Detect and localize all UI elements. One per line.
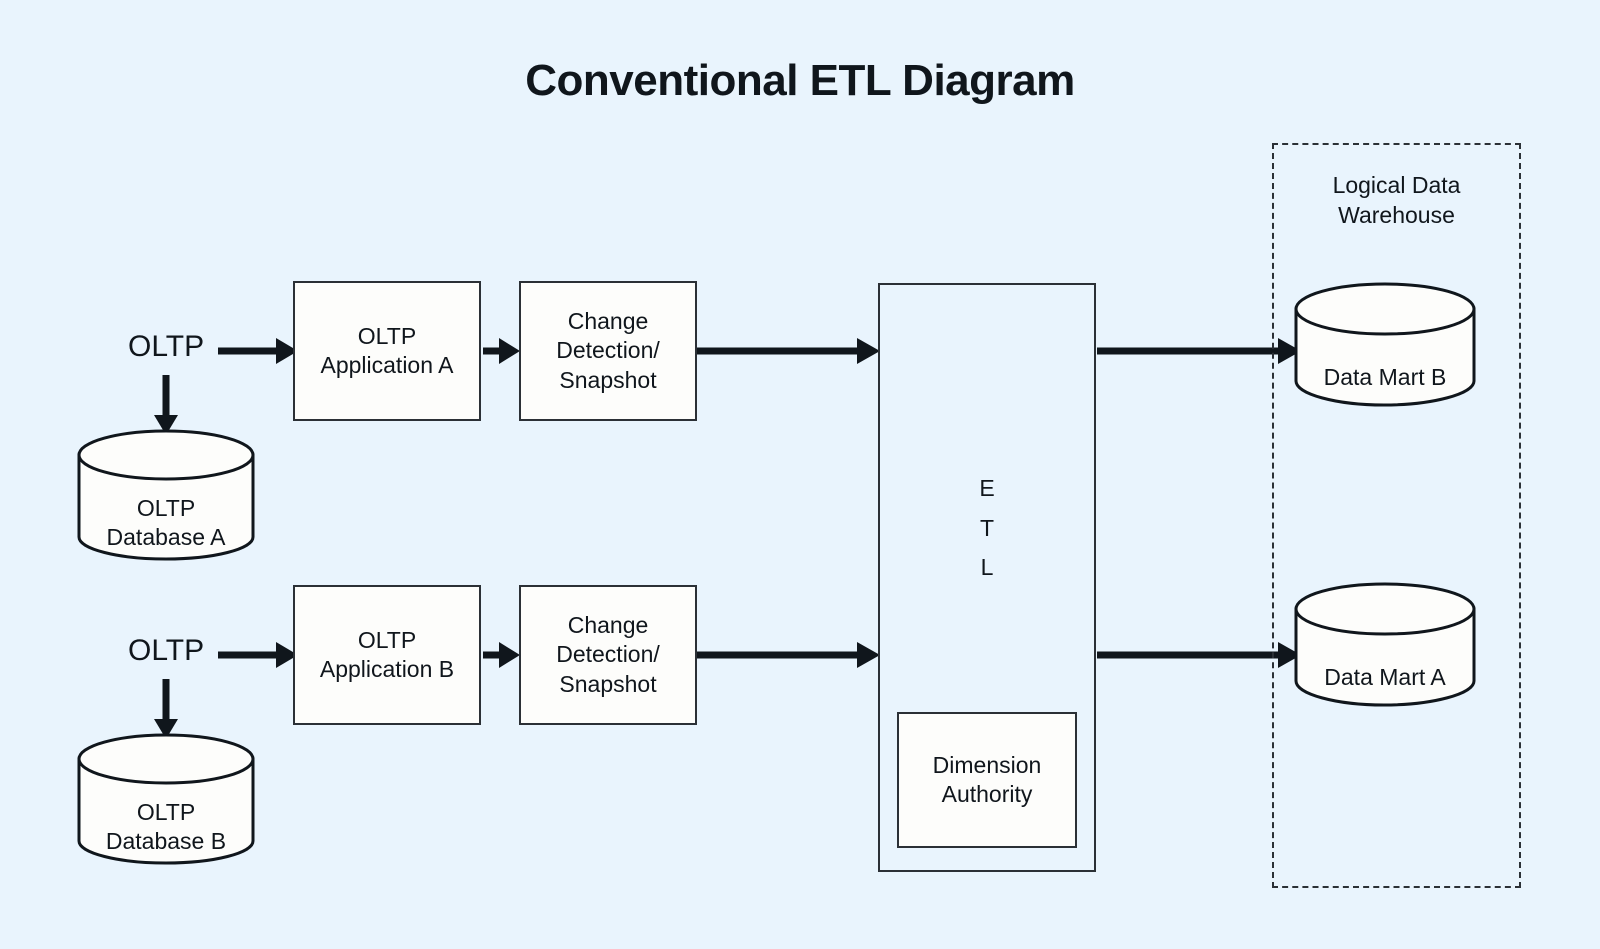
- change-detection-a-label-line1: Change: [567, 307, 649, 334]
- node-oltp-application-b[interactable]: OLTP Application B: [293, 585, 481, 725]
- logical-data-warehouse-label-line1: Logical Data: [1332, 172, 1461, 198]
- oltp-application-b-label-line2: Application B: [319, 656, 455, 682]
- change-detection-b-label-line3: Snapshot: [559, 670, 657, 697]
- arrow-etl-to-data-mart-a: [1097, 638, 1301, 672]
- logical-data-warehouse-label-line2: Warehouse: [1338, 201, 1455, 228]
- oltp-application-a-label-line1: OLTP: [357, 322, 417, 349]
- page-title: Conventional ETL Diagram: [525, 56, 1075, 105]
- arrow-change-detection-b-to-etl: [697, 638, 880, 672]
- oltp-label-top: OLTP: [128, 330, 205, 363]
- arrow-change-detection-a-to-etl: [697, 334, 880, 368]
- node-change-detection-snapshot-a[interactable]: Change Detection/ Snapshot: [519, 281, 697, 421]
- oltp-database-a-label-line2: Database A: [106, 524, 226, 551]
- dimension-authority-label-line2: Authority: [941, 781, 1033, 807]
- data-mart-b: Data Mart B: [1293, 281, 1477, 413]
- arrow-oltp-bottom-to-app-b: [218, 638, 298, 672]
- etl-letter-l: L: [980, 554, 994, 581]
- etl-letter-t: T: [979, 514, 995, 541]
- arrow-app-b-to-change-detection-b: [483, 638, 520, 672]
- oltp-database-a: OLTP Database A: [76, 425, 256, 565]
- arrow-app-a-to-change-detection-a: [483, 334, 520, 368]
- change-detection-a-label-line2: Detection/: [556, 337, 660, 364]
- oltp-label-bottom: OLTP: [128, 634, 205, 667]
- oltp-application-b-label-line1: OLTP: [357, 626, 417, 653]
- arrow-etl-to-data-mart-b: [1097, 334, 1301, 368]
- node-change-detection-snapshot-b[interactable]: Change Detection/ Snapshot: [519, 585, 697, 725]
- arrow-oltp-top-to-app-a: [218, 334, 298, 368]
- node-oltp-application-a[interactable]: OLTP Application A: [293, 281, 481, 421]
- oltp-database-b: OLTP Database B: [76, 729, 256, 869]
- dimension-authority-label-line1: Dimension: [932, 751, 1042, 778]
- container-logical-data-warehouse: Logical Data Warehouse: [1272, 143, 1521, 888]
- oltp-application-a-label-line2: Application A: [320, 352, 454, 378]
- data-mart-b-label: Data Mart B: [1323, 364, 1447, 390]
- oltp-database-b-label-line1: OLTP: [136, 799, 196, 825]
- change-detection-a-label-line3: Snapshot: [559, 366, 657, 393]
- data-mart-a-label: Data Mart A: [1324, 664, 1446, 690]
- data-mart-a: Data Mart A: [1293, 581, 1477, 713]
- etl-letter-e: E: [979, 475, 995, 501]
- diagram-canvas: Conventional ETL Diagram OLTP OLTP Datab…: [0, 0, 1600, 949]
- oltp-database-b-label-line2: Database B: [105, 828, 227, 855]
- change-detection-b-label-line2: Detection/: [556, 641, 660, 668]
- change-detection-b-label-line1: Change: [567, 611, 649, 638]
- oltp-database-a-label-line1: OLTP: [136, 495, 196, 521]
- node-dimension-authority[interactable]: Dimension Authority: [897, 712, 1077, 848]
